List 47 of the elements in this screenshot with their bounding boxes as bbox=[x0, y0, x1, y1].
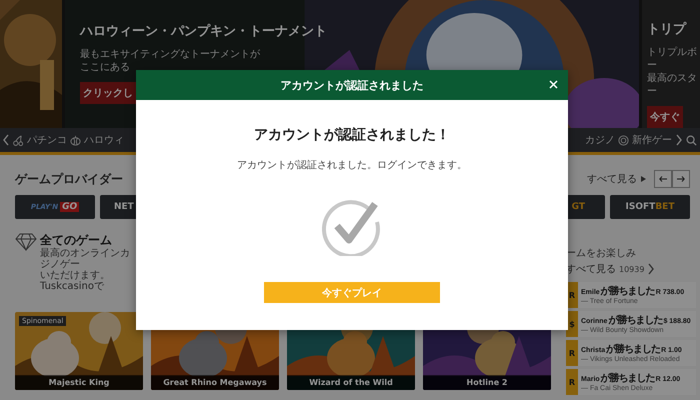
game-count: 10939 bbox=[619, 264, 644, 274]
cherry-icon bbox=[13, 134, 24, 146]
caret-icon bbox=[641, 176, 646, 182]
search-icon[interactable] bbox=[686, 134, 697, 146]
next-button[interactable] bbox=[672, 170, 690, 188]
banner-button[interactable]: クリックし bbox=[80, 82, 136, 104]
provider-tile[interactable]: ISOFTBET bbox=[610, 195, 690, 219]
close-icon[interactable] bbox=[549, 80, 558, 89]
chevron-right-icon[interactable] bbox=[647, 263, 656, 275]
win-text: が勝ちました bbox=[606, 342, 660, 356]
win-text: が勝ちました bbox=[600, 284, 655, 298]
currency-badge: R bbox=[566, 340, 578, 366]
logo-text: BET bbox=[655, 202, 674, 212]
nav-item[interactable]: カジノ bbox=[585, 133, 615, 147]
section-description: いただけます。Tuskcasinoで bbox=[40, 270, 111, 292]
nav-item[interactable]: 新作ゲー bbox=[632, 133, 672, 147]
arrow-right-icon bbox=[677, 176, 685, 182]
previous-button[interactable] bbox=[654, 170, 672, 188]
win-text: が勝ちました bbox=[600, 372, 655, 384]
banner-subtitle: トリプルボー bbox=[647, 46, 698, 72]
banner-subtitle: ここにある bbox=[80, 61, 131, 74]
nav-item[interactable]: パチンコ bbox=[27, 133, 67, 147]
section-description: 最高のオンラインカジノゲー bbox=[40, 248, 131, 270]
logo-text: GO bbox=[60, 202, 80, 212]
dialog-title: アカウントが認証されました bbox=[280, 78, 424, 92]
nav-item[interactable]: ハロウィ bbox=[84, 133, 124, 147]
pumpkin-icon bbox=[70, 134, 81, 146]
chevron-left-icon[interactable] bbox=[2, 134, 10, 146]
currency-badge: R bbox=[566, 369, 578, 395]
banner-subtitle: 最高のスター bbox=[647, 72, 698, 98]
win-text: が勝ちました bbox=[608, 314, 662, 326]
banner-button[interactable]: 今すぐ bbox=[647, 106, 683, 128]
see-all-link[interactable]: すべて見る bbox=[587, 172, 637, 186]
logo-text: GT bbox=[572, 202, 585, 212]
banner-subtitle: 最もエキサイティングなトーナメントが bbox=[80, 48, 261, 61]
dialog-message: アカウントが認証されました。ログインできます。 bbox=[237, 158, 467, 172]
banner-title: トリプ bbox=[647, 20, 688, 38]
arrow-left-icon bbox=[659, 176, 667, 182]
logo-text: NET bbox=[114, 202, 134, 212]
logo-text: ISOFT bbox=[626, 202, 656, 212]
banner-title: ハロウィーン・パンプキン・トーナメント bbox=[80, 22, 327, 40]
section-title: 全てのゲーム bbox=[40, 233, 113, 248]
section-title: ゲームプロバイダー bbox=[15, 170, 123, 188]
wheel-icon bbox=[618, 134, 629, 146]
dialog-heading: アカウントが認証されました！ bbox=[254, 126, 450, 144]
diamond-icon bbox=[15, 233, 37, 251]
see-all-link[interactable]: すべて見る bbox=[566, 262, 616, 276]
